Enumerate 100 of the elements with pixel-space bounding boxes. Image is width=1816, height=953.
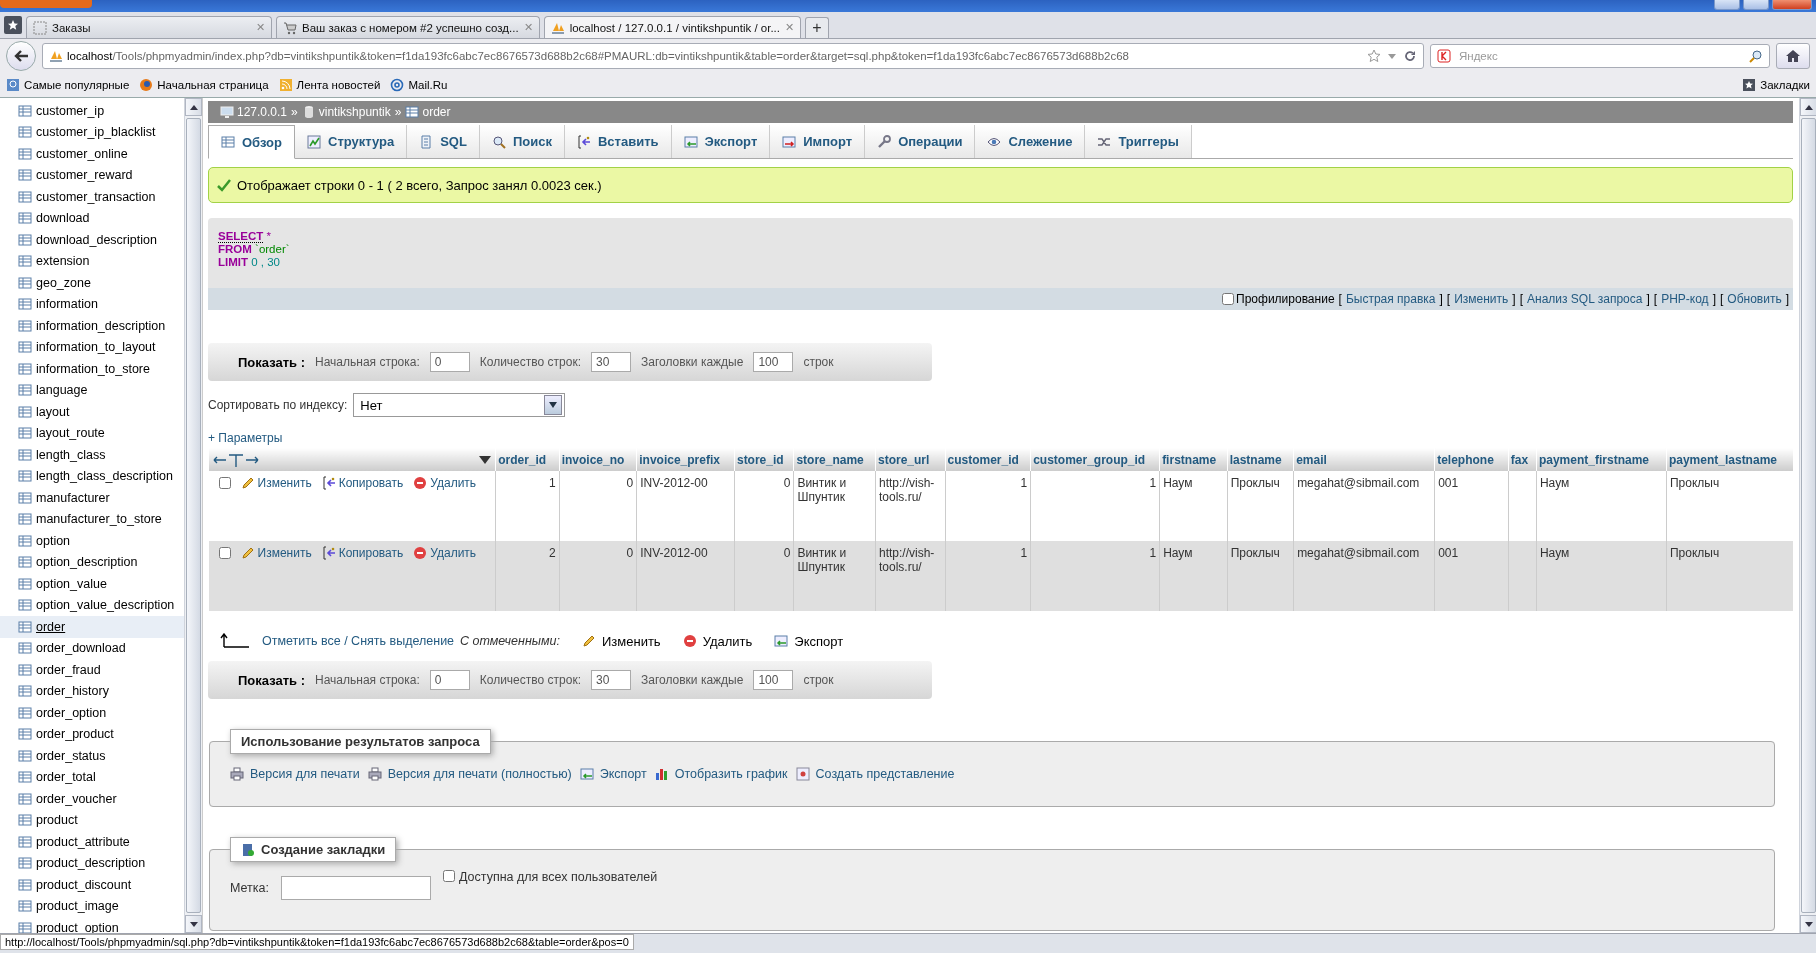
dropdown-icon[interactable] bbox=[479, 455, 492, 464]
browser-tab[interactable]: Ваш заказ с номером #2 успешно созд... ✕ bbox=[276, 16, 540, 38]
sidebar-item[interactable]: length_class_description bbox=[0, 465, 184, 487]
column-header[interactable]: store_id bbox=[734, 448, 794, 471]
tab[interactable]: Поиск bbox=[479, 125, 565, 158]
sidebar-item[interactable]: download bbox=[0, 207, 184, 229]
sidebar-item[interactable]: order_status bbox=[0, 745, 184, 767]
sidebar-item[interactable]: extension bbox=[0, 250, 184, 272]
row-action-link[interactable]: Изменить bbox=[240, 476, 312, 490]
maximize-button[interactable] bbox=[1743, 0, 1769, 10]
result-link[interactable]: Создать представление bbox=[795, 767, 955, 781]
breadcrumb-link[interactable]: 127.0.0.1 bbox=[220, 105, 288, 119]
browser-tab[interactable]: localhost / 127.0.0.1 / vintikshpuntik / or... ✕ bbox=[543, 16, 801, 38]
check-all-link[interactable]: Отметить все / Снять выделение bbox=[262, 634, 455, 648]
column-header[interactable]: email bbox=[1293, 448, 1435, 471]
tab[interactable]: Структура bbox=[295, 125, 408, 158]
back-button[interactable] bbox=[6, 41, 36, 71]
sidebar-item[interactable]: order_history bbox=[0, 680, 184, 702]
sidebar-item[interactable]: information_to_store bbox=[0, 358, 184, 380]
sidebar-item[interactable]: order bbox=[0, 616, 184, 638]
bulk-action-button[interactable]: Экспорт bbox=[774, 633, 844, 649]
sidebar-item[interactable]: customer_ip_blacklist bbox=[0, 121, 184, 143]
row-checkbox[interactable] bbox=[218, 477, 231, 489]
sidebar-item[interactable]: order_voucher bbox=[0, 788, 184, 810]
sidebar-item[interactable]: information_description bbox=[0, 315, 184, 337]
sidebar-item[interactable]: order_option bbox=[0, 702, 184, 724]
sidebar-item[interactable]: order_fraud bbox=[0, 659, 184, 681]
number-field[interactable]: 0 bbox=[429, 352, 470, 372]
query-link[interactable]: Обновить bbox=[1727, 292, 1782, 306]
sidebar-item[interactable]: manufacturer bbox=[0, 487, 184, 509]
sidebar-item[interactable]: customer_online bbox=[0, 143, 184, 165]
tab[interactable]: Импорт bbox=[770, 125, 866, 158]
bookmarks-menu[interactable]: Закладки bbox=[1742, 78, 1810, 92]
minimize-button[interactable] bbox=[1714, 0, 1740, 10]
browser-tab[interactable]: Заказы ✕ bbox=[26, 16, 272, 38]
bookmark[interactable]: Mail.Ru bbox=[390, 78, 448, 92]
up-arrow-icon[interactable] bbox=[1804, 104, 1813, 110]
sidebar-item[interactable]: option_value_description bbox=[0, 594, 184, 616]
column-header[interactable]: payment_lastname bbox=[1666, 448, 1793, 471]
sidebar-item[interactable]: information_to_layout bbox=[0, 336, 184, 358]
tab[interactable]: Операции bbox=[865, 125, 976, 158]
address-field[interactable]: localhost/Tools/phpmyadmin/index.php?db=vintikshpuntik&token=f1da193fc6abc7ec8676573d688b2c68#PMAURL:db=vintikshpuntik&table=order&target=sql.php&token=f1da193fc6abc7ec8676573d688b2c68 bbox=[42, 43, 1424, 69]
sidebar-item[interactable]: option bbox=[0, 530, 184, 552]
checkbox[interactable] bbox=[443, 870, 455, 882]
tab[interactable]: Обзор bbox=[208, 125, 295, 159]
down-arrow-icon[interactable] bbox=[1804, 921, 1813, 927]
sidebar-item[interactable]: option_description bbox=[0, 551, 184, 573]
column-header[interactable]: telephone bbox=[1434, 448, 1509, 471]
bulk-action-button[interactable]: Изменить bbox=[582, 633, 661, 649]
sidebar-item[interactable]: download_description bbox=[0, 229, 184, 251]
up-arrow-icon[interactable] bbox=[189, 104, 198, 110]
tab[interactable]: Экспорт bbox=[671, 125, 771, 158]
column-header[interactable]: firstname bbox=[1159, 448, 1228, 471]
bookmark[interactable]: Самые популярные bbox=[6, 78, 130, 92]
column-header[interactable]: store_name bbox=[793, 448, 876, 471]
number-field[interactable]: 30 bbox=[590, 670, 631, 690]
number-field[interactable]: 0 bbox=[429, 670, 470, 690]
tab-groups-button[interactable] bbox=[4, 16, 22, 34]
sidebar-item[interactable]: product bbox=[0, 809, 184, 831]
column-header[interactable]: fax bbox=[1508, 448, 1537, 471]
reload-icon[interactable] bbox=[1403, 49, 1417, 63]
star-icon[interactable] bbox=[1367, 49, 1381, 63]
result-link[interactable]: Версия для печати bbox=[230, 767, 360, 781]
sidebar-item[interactable]: geo_zone bbox=[0, 272, 184, 294]
sidebar-item[interactable]: customer_transaction bbox=[0, 186, 184, 208]
breadcrumb-link[interactable]: vintikshpuntik bbox=[301, 105, 391, 119]
query-link[interactable]: Изменить bbox=[1454, 292, 1509, 306]
tab[interactable]: Слежение bbox=[975, 125, 1086, 158]
column-header[interactable]: customer_id bbox=[945, 448, 1031, 471]
sidebar-item[interactable]: customer_reward bbox=[0, 164, 184, 186]
sidebar-item[interactable]: product_image bbox=[0, 895, 184, 917]
new-tab-button[interactable]: + bbox=[805, 17, 829, 38]
sidebar-item[interactable]: product_discount bbox=[0, 874, 184, 896]
bulk-action-button[interactable]: Удалить bbox=[682, 633, 753, 649]
query-link[interactable]: Быстрая правка bbox=[1345, 292, 1436, 306]
options-link[interactable]: + Параметры bbox=[208, 431, 283, 445]
sidebar-item[interactable]: product_description bbox=[0, 852, 184, 874]
column-header[interactable]: lastname bbox=[1227, 448, 1294, 471]
row-action-link[interactable]: Копировать bbox=[321, 476, 404, 490]
column-header[interactable]: customer_group_id bbox=[1030, 448, 1160, 471]
sidebar-item[interactable]: manufacturer_to_store bbox=[0, 508, 184, 530]
search-icon[interactable] bbox=[1749, 49, 1763, 63]
tab[interactable]: Триггеры bbox=[1085, 125, 1192, 158]
tab[interactable]: SQL bbox=[407, 125, 480, 158]
sidebar-item[interactable]: language bbox=[0, 379, 184, 401]
column-resize-icon[interactable] bbox=[213, 452, 259, 467]
bookmark[interactable]: Лента новостей bbox=[278, 78, 381, 92]
bookmark[interactable]: Начальная страница bbox=[139, 78, 269, 92]
tab[interactable]: Вставить bbox=[564, 125, 672, 158]
sidebar-item[interactable]: information bbox=[0, 293, 184, 315]
home-button[interactable] bbox=[1776, 43, 1810, 69]
column-header[interactable]: invoice_prefix bbox=[636, 448, 735, 471]
result-link[interactable]: Отобразить график bbox=[654, 767, 788, 781]
query-link[interactable]: PHP-код bbox=[1661, 292, 1709, 306]
sidebar-item[interactable]: layout bbox=[0, 401, 184, 423]
column-header[interactable]: invoice_no bbox=[559, 448, 637, 471]
sidebar-item[interactable]: product_attribute bbox=[0, 831, 184, 853]
label-field[interactable] bbox=[281, 876, 431, 900]
breadcrumb-link[interactable]: order bbox=[405, 105, 451, 119]
sidebar-item[interactable]: order_total bbox=[0, 766, 184, 788]
